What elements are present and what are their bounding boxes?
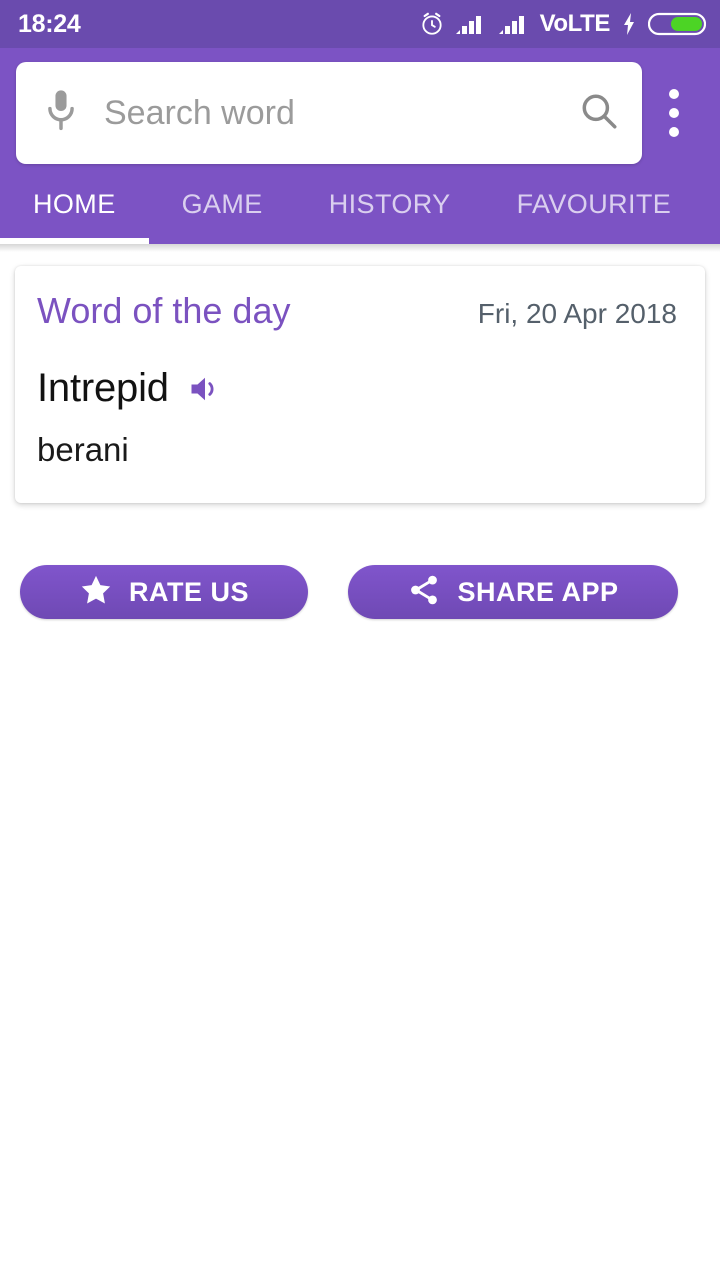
search-row: Search word <box>16 62 704 164</box>
word-of-the-day-word: Intrepid <box>37 366 169 410</box>
word-of-the-day-card[interactable]: Word of the day Fri, 20 Apr 2018 Intrepi… <box>15 266 705 503</box>
alarm-clock-icon <box>419 11 445 37</box>
microphone-icon[interactable] <box>42 87 80 140</box>
signal-bars-icon <box>498 12 531 36</box>
charging-bolt-icon <box>621 12 637 36</box>
action-buttons-row: RATE US SHARE APP <box>0 565 720 619</box>
tab-label: HISTORY <box>328 188 451 219</box>
star-icon <box>79 573 113 612</box>
share-app-button[interactable]: SHARE APP <box>348 565 678 619</box>
word-of-the-day-translation: berani <box>37 431 129 468</box>
tab-label: FAVOURITE <box>516 188 672 219</box>
share-app-label: SHARE APP <box>457 576 619 607</box>
overflow-dot <box>669 127 679 137</box>
status-bar-icons: VoLTE <box>419 10 706 38</box>
signal-bars-icon <box>455 12 488 36</box>
more-vertical-icon[interactable] <box>644 89 704 137</box>
tab-favourite[interactable]: FAVOURITE <box>484 164 705 244</box>
word-of-the-day-date: Fri, 20 Apr 2018 <box>477 298 677 329</box>
share-nodes-icon <box>407 573 441 612</box>
tab-active-indicator <box>0 238 149 244</box>
search-input[interactable]: Search word <box>16 62 642 164</box>
main-content: Word of the day Fri, 20 Apr 2018 Intrepi… <box>0 266 720 619</box>
search-icon[interactable] <box>578 90 620 137</box>
status-bar: 18:24 VoLTE <box>0 0 720 48</box>
network-type-label: VoLTE <box>539 10 611 37</box>
search-input-placeholder: Search word <box>104 93 295 132</box>
tab-home[interactable]: HOME <box>0 164 149 244</box>
rate-us-button[interactable]: RATE US <box>20 565 308 619</box>
speaker-volume-icon[interactable] <box>187 371 223 407</box>
word-of-the-day-title: Word of the day <box>37 290 291 331</box>
word-row: Intrepid <box>37 366 677 411</box>
tab-history[interactable]: HISTORY <box>296 164 484 244</box>
tab-label: HOME <box>33 188 116 219</box>
overflow-dot <box>669 108 679 118</box>
rate-us-label: RATE US <box>128 576 249 607</box>
app-bar-shadow <box>0 244 720 252</box>
tab-label: GAME <box>181 188 263 219</box>
tab-game[interactable]: GAME <box>149 164 296 244</box>
battery-icon <box>648 11 706 37</box>
card-header: Word of the day Fri, 20 Apr 2018 <box>37 290 677 332</box>
app-bar: Search word <box>0 48 720 164</box>
overflow-dot <box>669 89 679 99</box>
status-bar-clock: 18:24 <box>18 9 81 38</box>
tab-bar: HOME GAME HISTORY FAVOURITE <box>0 164 720 244</box>
